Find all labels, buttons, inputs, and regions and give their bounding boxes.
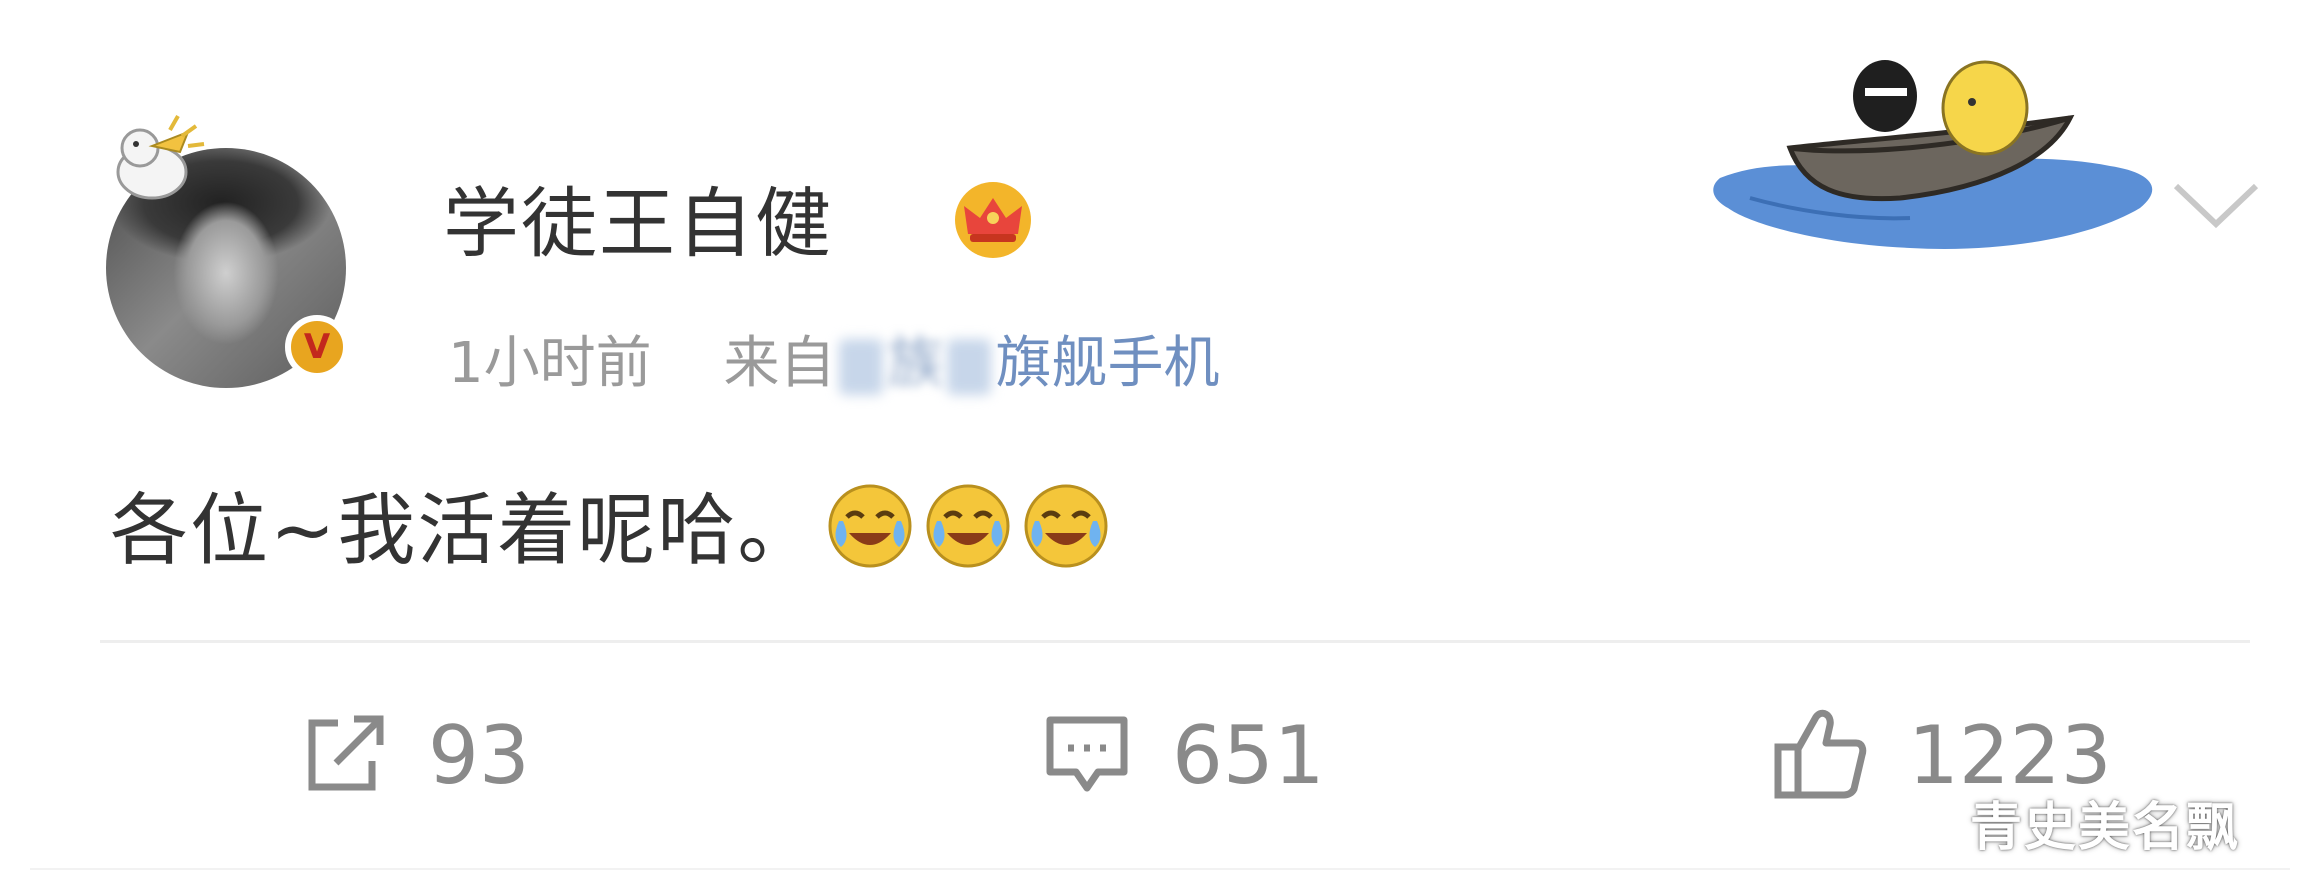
laugh-cry-emoji-icon xyxy=(1024,484,1108,568)
boat-sticker-icon xyxy=(1713,60,2153,249)
post-content: 各位~我活着呢哈。 xyxy=(110,468,1111,580)
blurred-source-part xyxy=(839,338,884,395)
v-icon: V xyxy=(303,327,331,367)
bottom-divider xyxy=(30,868,2290,870)
repost-icon xyxy=(308,715,384,791)
source-prefix: 来自 xyxy=(723,331,836,396)
source-suffix[interactable]: 旗舰手机 xyxy=(995,331,1219,396)
divider xyxy=(100,640,2250,643)
verified-badge: V xyxy=(285,315,349,379)
comment-icon xyxy=(1046,716,1128,792)
chevron-down-icon[interactable] xyxy=(2170,178,2262,232)
post-meta: 1小时前 来自族旗舰手机 xyxy=(448,318,1219,399)
thumbs-up-icon xyxy=(1774,709,1867,799)
username[interactable]: 学徒王自健 xyxy=(443,162,833,272)
crown-icon[interactable] xyxy=(950,178,1036,258)
post-text: 各位~我活着呢哈。 xyxy=(110,486,818,576)
laugh-cry-emoji-icon xyxy=(828,484,912,568)
blurred-source-part xyxy=(947,338,992,395)
avatar[interactable]: V xyxy=(100,110,360,390)
post-time: 1小时前 xyxy=(448,331,652,396)
duck-sticker-icon xyxy=(116,115,205,200)
repost-button[interactable]: 93 xyxy=(298,700,530,810)
laugh-cry-emoji-icon xyxy=(926,484,1010,568)
source-visible[interactable]: 族 xyxy=(887,331,943,396)
comment-button[interactable]: 651 xyxy=(1040,700,1325,810)
repost-count: 93 xyxy=(428,708,530,802)
watermark: 青史美名飘 xyxy=(1970,798,2241,858)
comment-count: 651 xyxy=(1172,708,1325,802)
